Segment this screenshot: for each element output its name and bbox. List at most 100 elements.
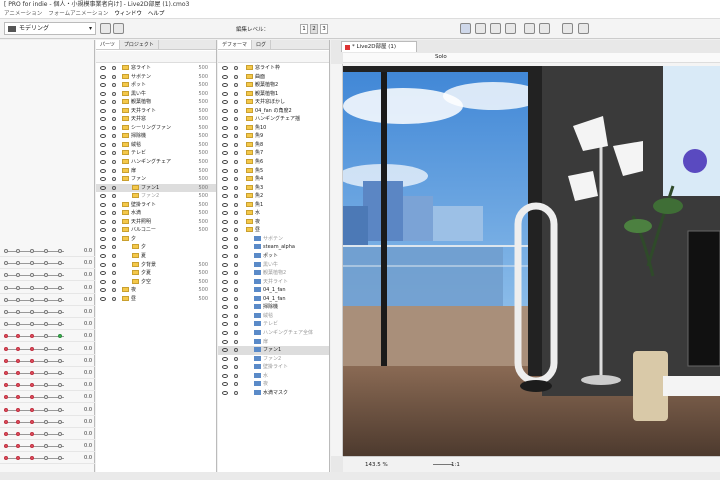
list-item[interactable]: サボテン 500: [96, 73, 216, 82]
eye-icon[interactable]: [222, 348, 228, 353]
lock-icon[interactable]: [234, 168, 238, 173]
lock-icon[interactable]: [234, 339, 238, 344]
parameter-row[interactable]: 0.0: [0, 379, 95, 392]
list-item[interactable]: 04_fan の角度2: [218, 107, 329, 116]
lock-icon[interactable]: [112, 151, 116, 156]
eye-icon[interactable]: [222, 177, 228, 182]
list-item[interactable]: テレビ: [218, 320, 329, 329]
lock-icon[interactable]: [112, 100, 116, 105]
eye-icon[interactable]: [100, 66, 106, 70]
list-item[interactable]: ポット 500: [96, 81, 216, 90]
lock-icon[interactable]: [234, 211, 238, 216]
lock-icon[interactable]: [234, 365, 238, 370]
list-item[interactable]: 魚8: [218, 141, 329, 150]
keyform-dot[interactable]: [30, 297, 34, 302]
keyform-dot[interactable]: [30, 285, 34, 290]
parameter-slider[interactable]: [4, 458, 64, 460]
keyform-dot[interactable]: [58, 358, 62, 363]
tab-deformer[interactable]: デフォーマ: [218, 40, 253, 49]
list-item[interactable]: 昼 500: [96, 295, 216, 304]
eye-icon[interactable]: [222, 279, 228, 284]
list-item[interactable]: 扉 500: [96, 167, 216, 176]
tab-parts[interactable]: パーツ: [96, 40, 120, 49]
keyform-dot[interactable]: [58, 456, 62, 461]
keyform-dot[interactable]: [44, 407, 48, 412]
lock-icon[interactable]: [234, 245, 238, 250]
list-item[interactable]: 天井照明 500: [96, 218, 216, 227]
list-item[interactable]: 壁掛ライト: [218, 363, 329, 372]
parameter-row[interactable]: 0.0: [0, 355, 95, 367]
eye-icon[interactable]: [222, 262, 228, 267]
list-item[interactable]: 04_1_fan: [218, 295, 329, 304]
keyform-dot[interactable]: [16, 407, 20, 412]
eye-icon[interactable]: [100, 160, 106, 165]
keyform-dot[interactable]: [16, 249, 20, 253]
tool-icon[interactable]: [113, 23, 124, 34]
eye-icon[interactable]: [100, 262, 106, 267]
eye-icon[interactable]: [222, 245, 228, 250]
list-item[interactable]: 魚3: [218, 184, 329, 193]
lock-icon[interactable]: [112, 66, 116, 70]
parameter-slider[interactable]: [4, 385, 64, 387]
list-item[interactable]: 昼: [218, 226, 329, 235]
eye-icon[interactable]: [222, 125, 228, 130]
parameter-slider[interactable]: [4, 251, 64, 252]
parameter-slider[interactable]: [4, 263, 64, 265]
keyform-dot[interactable]: [4, 334, 8, 339]
keyform-dot[interactable]: [16, 310, 20, 314]
parameter-row[interactable]: 0.0: [0, 282, 95, 294]
list-item[interactable]: ハンギングチェア揺: [218, 115, 329, 124]
keyform-dot[interactable]: [4, 419, 8, 424]
list-item[interactable]: 水滴 500: [96, 209, 216, 218]
keyform-dot[interactable]: [58, 432, 62, 436]
parameter-slider[interactable]: [4, 409, 64, 411]
keyform-dot[interactable]: [58, 310, 62, 314]
eye-icon[interactable]: [222, 219, 228, 224]
eye-icon[interactable]: [222, 271, 228, 276]
list-item[interactable]: テレビ 500: [96, 149, 216, 158]
tool-icon[interactable]: [100, 23, 111, 34]
eye-icon[interactable]: [100, 211, 106, 216]
eye-icon[interactable]: [222, 330, 228, 335]
keyform-dot[interactable]: [30, 407, 34, 412]
lock-icon[interactable]: [234, 296, 238, 301]
eye-icon[interactable]: [222, 74, 228, 79]
keyform-dot[interactable]: [4, 273, 8, 278]
eye-icon[interactable]: [100, 236, 106, 241]
lock-icon[interactable]: [112, 168, 116, 173]
eye-icon[interactable]: [100, 288, 106, 293]
lock-icon[interactable]: [112, 228, 116, 233]
eye-icon[interactable]: [222, 339, 228, 344]
eye-icon[interactable]: [222, 296, 228, 301]
list-item[interactable]: 天井窓 500: [96, 115, 216, 124]
keyform-dot[interactable]: [16, 297, 20, 302]
lock-icon[interactable]: [234, 117, 238, 122]
eye-icon[interactable]: [100, 245, 106, 250]
lock-icon[interactable]: [112, 185, 116, 190]
lock-icon[interactable]: [234, 160, 238, 165]
list-item[interactable]: 窓ライト 500: [96, 64, 216, 73]
lock-icon[interactable]: [234, 219, 238, 224]
eye-icon[interactable]: [222, 236, 228, 241]
lock-icon[interactable]: [234, 134, 238, 139]
lock-icon[interactable]: [234, 125, 238, 130]
lock-icon[interactable]: [234, 271, 238, 276]
parameter-slider[interactable]: [4, 446, 64, 448]
eye-icon[interactable]: [222, 185, 228, 190]
keyform-dot[interactable]: [16, 444, 20, 449]
eye-icon[interactable]: [100, 279, 106, 284]
keyform-dot[interactable]: [4, 371, 8, 375]
eye-icon[interactable]: [222, 211, 228, 216]
keyform-dot[interactable]: [58, 346, 62, 351]
keyform-dot[interactable]: [44, 310, 48, 314]
menu-animation[interactable]: アニメーション: [4, 10, 42, 18]
keyform-dot[interactable]: [30, 334, 34, 339]
eye-icon[interactable]: [100, 134, 106, 139]
parameter-row[interactable]: 0.0: [0, 416, 95, 428]
list-item[interactable]: 夏: [96, 252, 216, 261]
lock-icon[interactable]: [234, 313, 238, 318]
lock-icon[interactable]: [234, 305, 238, 310]
keyform-dot[interactable]: [4, 285, 8, 290]
parameter-slider[interactable]: [4, 336, 64, 338]
lock-icon[interactable]: [234, 83, 238, 88]
